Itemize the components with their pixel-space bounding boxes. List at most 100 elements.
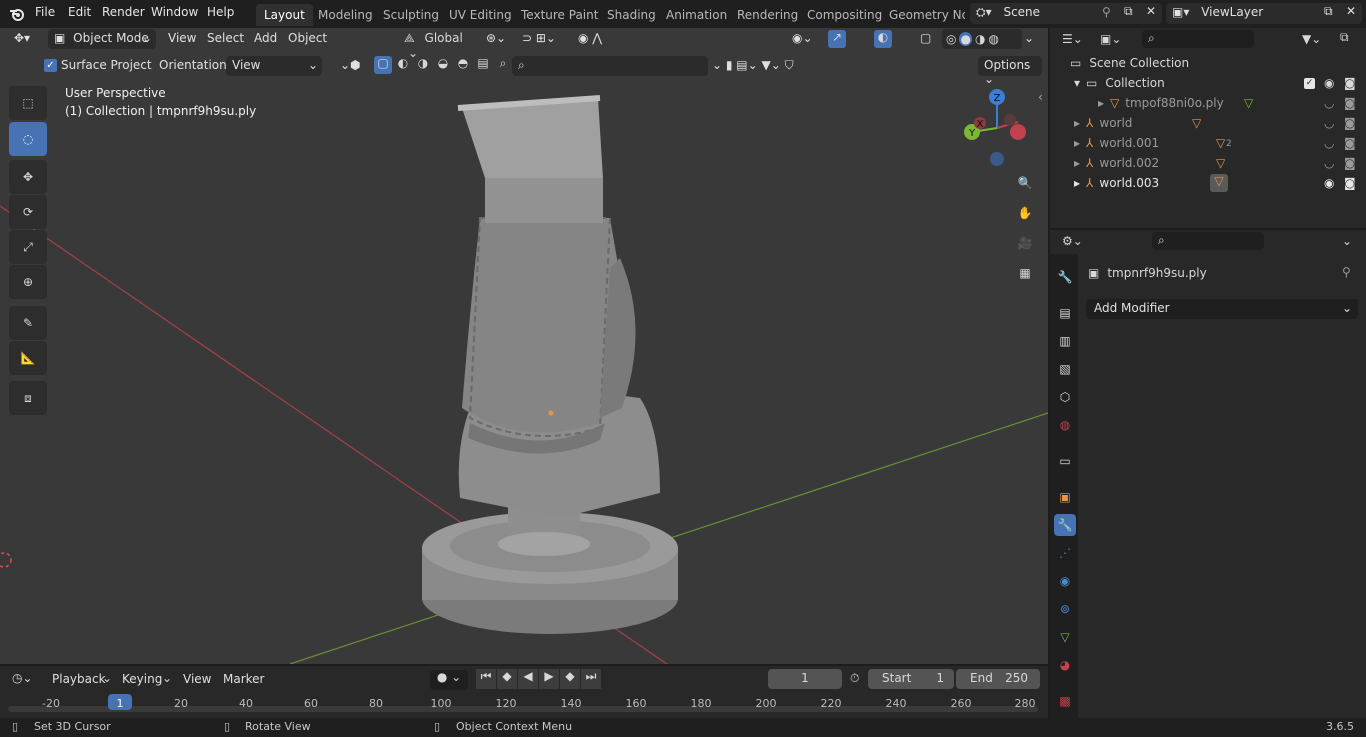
move-tool-button[interactable]: ✥ [9, 160, 47, 194]
render-tab-icon[interactable]: ▤ [1056, 304, 1074, 322]
current-frame-field[interactable]: 1 [768, 669, 842, 689]
camera-icon[interactable]: ◙ [1344, 156, 1356, 170]
start-frame-field[interactable]: Start 1 [868, 669, 954, 689]
snap-icon[interactable]: ⊃ ⊞⌄ [522, 31, 556, 45]
camera-icon[interactable]: ◙ [1344, 96, 1356, 110]
hidden-eye-icon[interactable]: ◡ [1324, 156, 1334, 170]
camera-view-icon[interactable]: 🎥 [1011, 229, 1039, 257]
expand-chevron-icon[interactable]: ▸ [1098, 96, 1104, 110]
scene-tab-icon[interactable]: ⬡ [1056, 388, 1074, 406]
expand-chevron-icon[interactable]: ▸ [1074, 116, 1080, 130]
outliner-search-input[interactable]: ⌕ [1142, 30, 1254, 48]
object-tab-icon[interactable]: ▣ [1056, 488, 1074, 506]
select-intersect-icon[interactable]: ◓ [454, 56, 472, 74]
expand-chevron-icon[interactable]: ▸ [1074, 136, 1080, 150]
camera-icon[interactable]: ◙ [1344, 136, 1356, 150]
menu-window[interactable]: Window [151, 5, 198, 19]
select-lasso-icon[interactable]: ⌕ [494, 56, 512, 74]
camera-icon[interactable]: ◙ [1344, 116, 1356, 130]
tab-uv-editing[interactable]: UV Editing [441, 4, 520, 26]
expand-chevron-icon[interactable]: ▸ [1074, 156, 1080, 170]
menu-render[interactable]: Render [102, 5, 145, 19]
overlays-icon[interactable]: ◐ [874, 30, 892, 48]
filter-icon[interactable]: ▼⌄ [1302, 32, 1321, 46]
tab-geometry-nodes[interactable]: Geometry Noc [881, 4, 965, 26]
3d-viewport[interactable]: ✥▾ ▣ Object Mode ⌄ View Select Add Objec… [0, 28, 1048, 664]
collection-tab-icon[interactable]: ▭ [1056, 452, 1074, 470]
menu-keying[interactable]: Keying [122, 672, 162, 686]
display-mode-icon[interactable]: ▣⌄ [1100, 32, 1121, 46]
search-field[interactable]: ⌕ [512, 56, 708, 76]
add-cube-tool-button[interactable]: ⧈ [9, 381, 47, 415]
transform-orientation[interactable]: ⟁ Global ⌄ [400, 29, 482, 60]
close-icon[interactable]: ✕ [1346, 4, 1356, 18]
new-collection-icon[interactable]: ⧉ [1340, 30, 1349, 45]
expand-chevron-icon[interactable]: ▾ [1074, 76, 1080, 90]
prev-keyframe-icon[interactable]: ◆ [497, 669, 517, 689]
visibility-icon[interactable]: ◉⌄ [792, 31, 813, 45]
editor-type-icon[interactable]: ✥▾ [14, 31, 30, 45]
filter-icons[interactable]: ⌄ ▮ ▤⌄ ▼⌄ ⛉ [712, 58, 794, 73]
menu-marker[interactable]: Marker [223, 672, 264, 686]
pan-hand-icon[interactable]: ✋ [1011, 199, 1039, 227]
constraints-tab-icon[interactable]: ⊚ [1056, 600, 1074, 618]
stopwatch-icon[interactable]: ⏱ [850, 671, 859, 686]
cursor-tool-button[interactable]: ◌ [9, 122, 47, 156]
tab-shading[interactable]: Shading [599, 4, 664, 26]
tool-tab-icon[interactable]: 🔧 [1056, 268, 1074, 286]
rendered-shading-icon[interactable]: ◍ [988, 32, 998, 46]
exclude-checkbox[interactable]: ✓ [1304, 77, 1315, 89]
view-layer-tab-icon[interactable]: ▧ [1056, 360, 1074, 378]
close-icon[interactable]: ✕ [1146, 4, 1156, 18]
tab-rendering[interactable]: Rendering [729, 4, 806, 26]
physics-tab-icon[interactable]: ◉ [1056, 572, 1074, 590]
expand-chevron-icon[interactable]: ▸ [1074, 176, 1080, 190]
outliner-row[interactable]: ▸ ⅄ world ▽ ◡ ◙ [1074, 113, 1360, 133]
outliner-editor-icon[interactable]: ☰⌄ [1062, 32, 1083, 46]
menu-edit[interactable]: Edit [68, 5, 91, 19]
select-subtract-icon[interactable]: ◑ [414, 56, 432, 74]
tab-layout[interactable]: Layout [256, 4, 313, 26]
zoom-icon[interactable]: 🔍 [1011, 169, 1039, 197]
select-extend-icon[interactable]: ◐ [394, 56, 412, 74]
properties-search-input[interactable]: ⌕ [1152, 232, 1264, 250]
pin-icon[interactable]: ⚲ [1102, 5, 1111, 19]
modifier-tab-icon[interactable]: 🔧 [1054, 514, 1076, 536]
menu-object[interactable]: Object [288, 31, 327, 45]
tab-texture-paint[interactable]: Texture Paint [513, 4, 606, 26]
select-invert-icon[interactable]: ◒ [434, 56, 452, 74]
hidden-eye-icon[interactable]: ◡ [1324, 136, 1334, 150]
output-tab-icon[interactable]: ▥ [1056, 332, 1074, 350]
menu-file[interactable]: File [35, 5, 55, 19]
jump-start-icon[interactable]: ⏮ [476, 669, 496, 689]
outliner-row[interactable]: ▸ ⅄ world.003 ▽ ◉ ◙ [1074, 173, 1360, 193]
solid-shading-icon[interactable]: ● [959, 32, 972, 46]
tab-modeling[interactable]: Modeling [310, 4, 381, 26]
play-icon[interactable]: ▶ [539, 669, 559, 689]
eye-icon[interactable]: ◉ [1324, 76, 1334, 90]
texture-tab-icon[interactable]: ▩ [1056, 692, 1074, 710]
snap-elements-icon[interactable]: ⌄⬢ [340, 58, 361, 72]
sidebar-toggle-icon[interactable]: ‹ [1038, 90, 1043, 104]
properties-editor-icon[interactable]: ⚙⌄ [1062, 234, 1083, 248]
view-layer-selector[interactable]: ▣▾ ViewLayer ⧉ ✕ [1166, 3, 1362, 24]
camera-icon[interactable]: ◙ [1344, 176, 1356, 190]
rotate-tool-button[interactable]: ⟳ [9, 195, 47, 229]
collection-row[interactable]: ▾ ▭ Collection ✓ ◉ ◙ [1074, 73, 1360, 93]
measure-tool-button[interactable]: 📐 [9, 341, 47, 375]
scene-collection-row[interactable]: ▭ Scene Collection [1070, 53, 1189, 73]
menu-help[interactable]: Help [207, 5, 234, 19]
pivot-icon[interactable]: ⊛⌄ [486, 31, 506, 45]
menu-playback[interactable]: Playback [52, 672, 106, 686]
new-view-layer-icon[interactable]: ⧉ [1324, 4, 1333, 19]
tab-compositing[interactable]: Compositing [799, 4, 890, 26]
chevron-down-icon[interactable]: ⌄ [1024, 31, 1034, 45]
wireframe-shading-icon[interactable]: ◎ [946, 32, 956, 46]
select-tool-icon[interactable]: ▤ [474, 56, 492, 74]
timeline-editor-icon[interactable]: ◷⌄ [12, 671, 33, 685]
tab-sculpting[interactable]: Sculpting [375, 4, 447, 26]
material-shading-icon[interactable]: ◑ [975, 32, 985, 46]
xray-icon[interactable]: ▢ [920, 31, 931, 45]
transform-tool-button[interactable]: ⊕ [9, 265, 47, 299]
pin-icon[interactable]: ⚲ [1342, 265, 1351, 279]
